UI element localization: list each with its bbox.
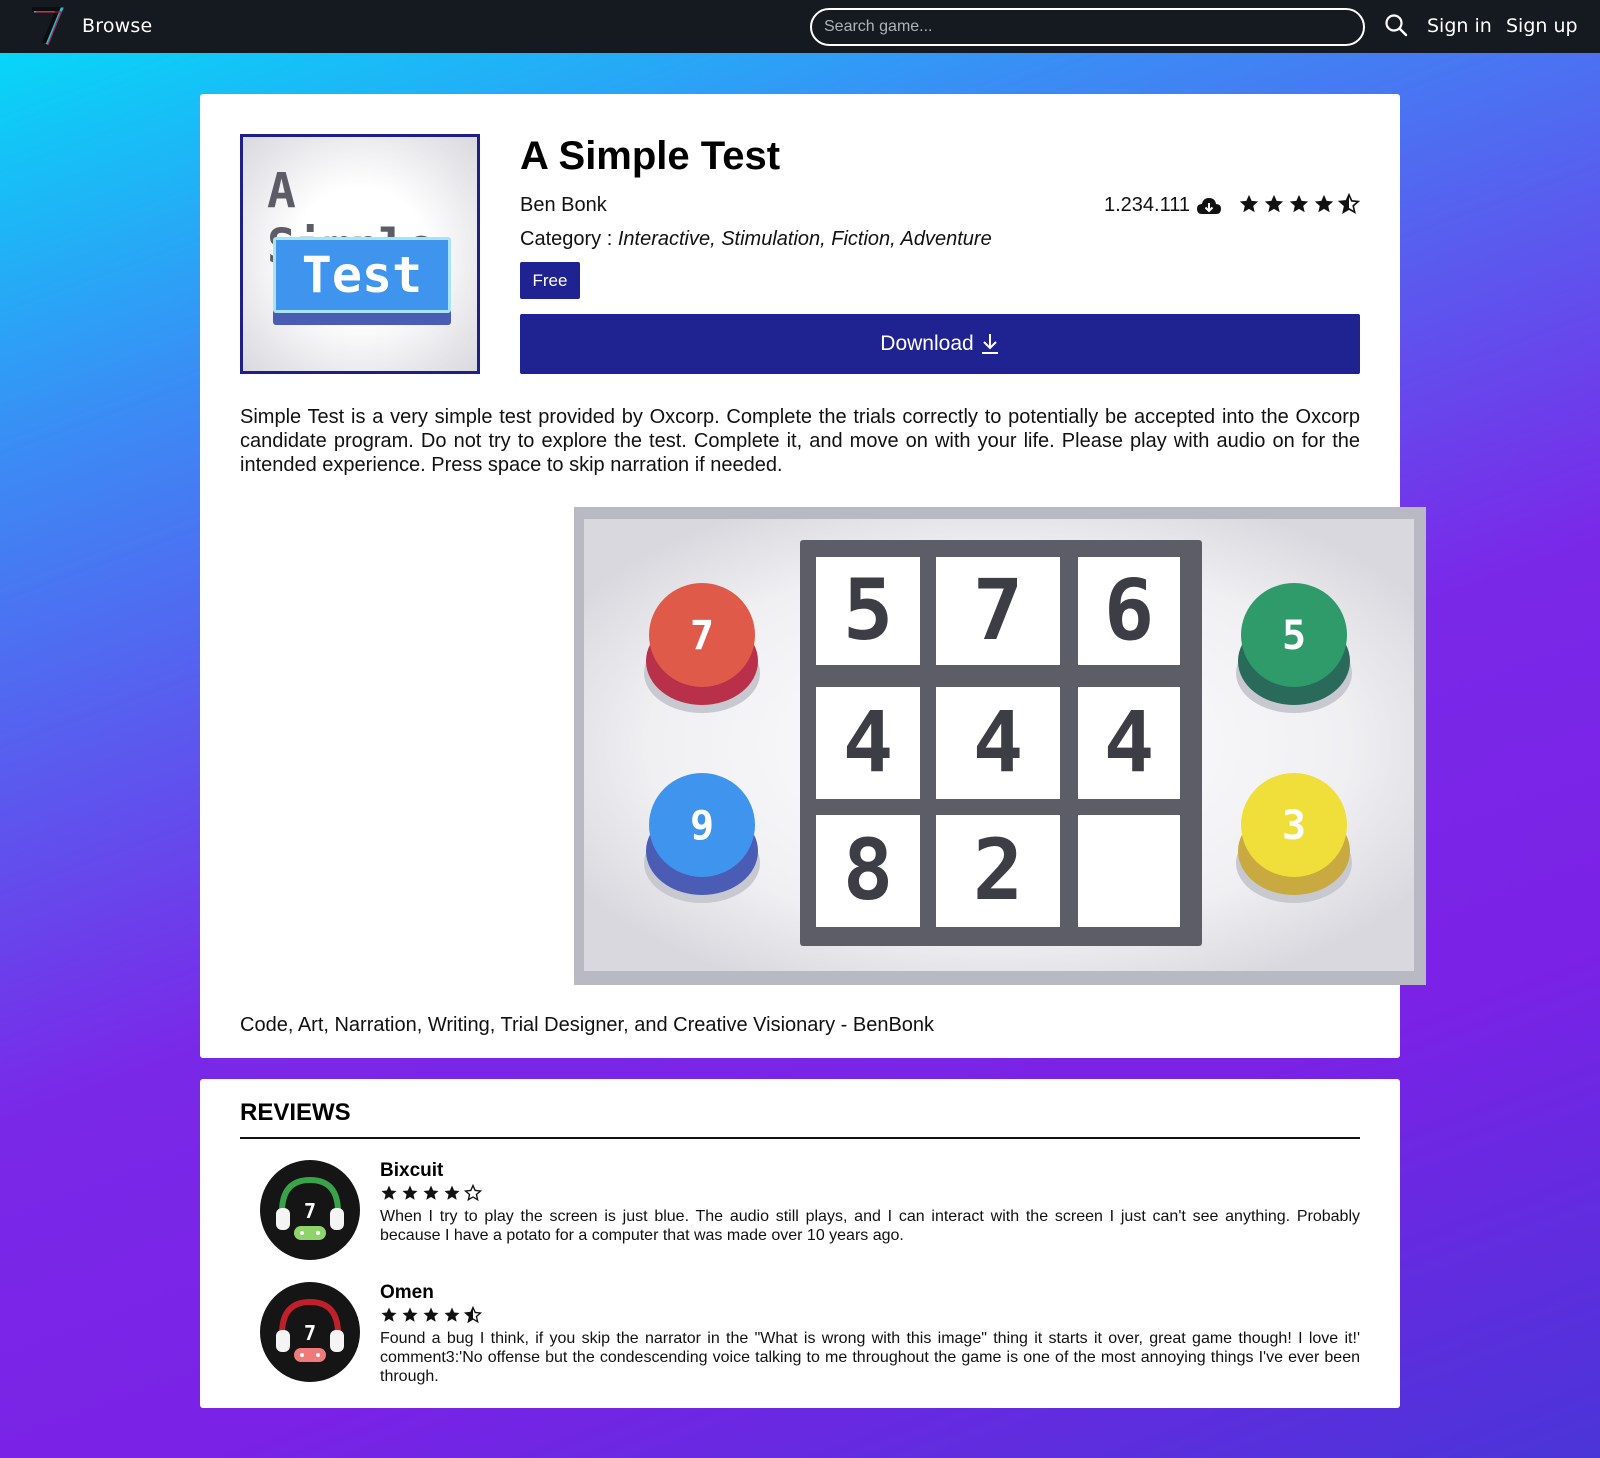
star-filled-icon bbox=[402, 1307, 418, 1322]
grid-cell-number: 5 bbox=[843, 561, 894, 659]
game-category: Category : Interactive, Stimulation, Fic… bbox=[520, 228, 992, 251]
button-number: 9 bbox=[690, 803, 714, 849]
reviews-card: REVIEWS 7 Bixcuit When I try to play the… bbox=[200, 1079, 1400, 1408]
reviews-divider bbox=[240, 1137, 1360, 1139]
reviews-heading: REVIEWS bbox=[240, 1099, 351, 1126]
top-navbar: Browse Sign in Sign up bbox=[0, 0, 1600, 53]
star-empty-icon bbox=[464, 1184, 482, 1202]
grid-cell bbox=[1078, 815, 1180, 927]
grid-cell-number: 2 bbox=[973, 821, 1024, 919]
search-icon[interactable] bbox=[1384, 13, 1408, 37]
game-author[interactable]: Ben Bonk bbox=[520, 194, 607, 217]
svg-text:7: 7 bbox=[304, 1199, 316, 1223]
cover-test-button-art: Test bbox=[273, 237, 451, 313]
game-screenshot: 57644482 7953 bbox=[574, 507, 1426, 985]
grid-cell-number: 4 bbox=[1104, 693, 1155, 791]
category-label: Category : bbox=[520, 228, 618, 250]
reviewer-avatar[interactable]: 7 bbox=[260, 1160, 360, 1260]
colored-button-art: 5 bbox=[1236, 583, 1352, 713]
download-count: 1.234.111 bbox=[1104, 194, 1222, 217]
star-filled-icon bbox=[1289, 194, 1309, 213]
star-filled-icon bbox=[423, 1307, 439, 1322]
star-filled-icon bbox=[423, 1185, 439, 1200]
download-button[interactable]: Download bbox=[520, 314, 1360, 374]
button-number: 5 bbox=[1282, 613, 1306, 659]
grid-cell-number: 4 bbox=[973, 693, 1024, 791]
download-arrow-icon bbox=[981, 334, 998, 354]
seven-logo-icon[interactable] bbox=[30, 6, 64, 46]
game-cover-image: A Simple Test bbox=[240, 134, 480, 374]
star-filled-icon bbox=[1314, 194, 1334, 213]
colored-button-art: 7 bbox=[644, 583, 760, 713]
grid-cell-number: 7 bbox=[973, 561, 1024, 659]
star-filled-icon bbox=[1239, 194, 1259, 213]
sign-in-link[interactable]: Sign in bbox=[1427, 15, 1492, 37]
game-detail-card: A Simple Test A Simple Test Ben Bonk 1.2… bbox=[200, 94, 1426, 1058]
star-filled-icon bbox=[1264, 194, 1284, 213]
category-values[interactable]: Interactive, Stimulation, Fiction, Adven… bbox=[618, 228, 992, 250]
nav-browse-link[interactable]: Browse bbox=[82, 15, 152, 37]
star-filled-icon bbox=[381, 1185, 397, 1200]
download-button-label: Download bbox=[880, 332, 974, 355]
star-filled-icon bbox=[444, 1185, 460, 1200]
headset-avatar-icon: 7 bbox=[276, 1176, 344, 1240]
button-number: 7 bbox=[690, 613, 714, 659]
price-badge: Free bbox=[520, 262, 580, 299]
game-credits: Code, Art, Narration, Writing, Trial Des… bbox=[240, 1014, 935, 1036]
review-rating-stars bbox=[380, 1306, 482, 1324]
screenshot-art: 5 7 64 4 48 2 7953 bbox=[574, 507, 1426, 985]
sign-up-link[interactable]: Sign up bbox=[1506, 15, 1578, 37]
grid-cell-number: 4 bbox=[843, 693, 894, 791]
search-input[interactable] bbox=[812, 10, 1363, 44]
colored-button-art: 3 bbox=[1236, 773, 1352, 903]
reviewer-avatar[interactable]: 7 bbox=[260, 1282, 360, 1382]
star-half-icon bbox=[464, 1306, 482, 1324]
colored-button-art: 9 bbox=[644, 773, 760, 903]
svg-text:7: 7 bbox=[304, 1321, 316, 1345]
star-filled-icon bbox=[381, 1307, 397, 1322]
download-count-value: 1.234.111 bbox=[1103, 194, 1190, 216]
star-filled-icon bbox=[444, 1307, 460, 1322]
grid-cell-number: 8 bbox=[843, 821, 894, 919]
cloud-download-icon bbox=[1197, 197, 1221, 214]
review-rating-stars bbox=[380, 1184, 482, 1202]
game-title: A Simple Test bbox=[520, 134, 781, 178]
search-box bbox=[810, 8, 1365, 46]
game-description: Simple Test is a very simple test provid… bbox=[240, 406, 1360, 476]
review-text: Found a bug I think, if you skip the nar… bbox=[380, 1330, 1360, 1385]
review-text: When I try to play the screen is just bl… bbox=[380, 1208, 1360, 1244]
star-half-icon bbox=[1338, 193, 1360, 214]
headset-avatar-icon: 7 bbox=[276, 1298, 344, 1362]
reviewer-name[interactable]: Omen bbox=[380, 1282, 434, 1304]
game-rating-stars bbox=[1238, 193, 1360, 215]
star-filled-icon bbox=[402, 1185, 418, 1200]
grid-cell-number: 6 bbox=[1104, 561, 1155, 659]
button-number: 3 bbox=[1282, 803, 1306, 849]
reviewer-name[interactable]: Bixcuit bbox=[380, 1160, 443, 1182]
